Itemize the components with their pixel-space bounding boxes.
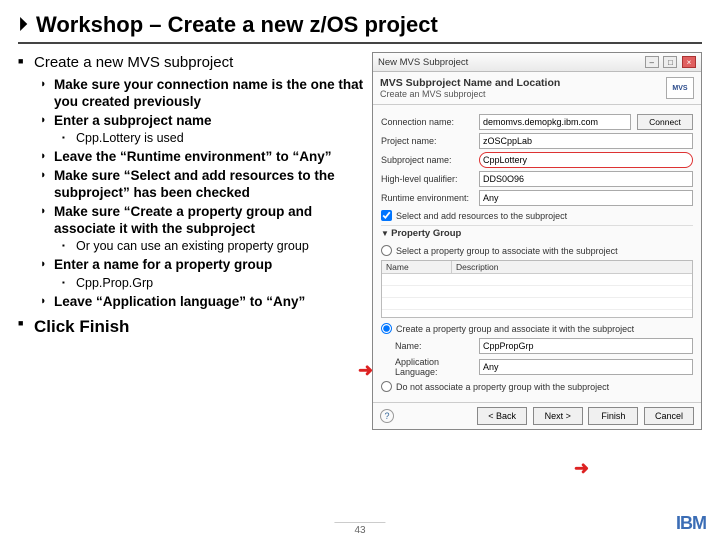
lvl2-rte: Leave the “Runtime environment” to “Any”: [40, 149, 364, 166]
lang-select[interactable]: [479, 359, 693, 375]
conn-label: Connection name:: [381, 117, 473, 127]
ibm-logo: IBM: [676, 513, 706, 534]
arrow-icon: ➜: [574, 458, 589, 479]
play-icon: ⏵: [18, 14, 28, 37]
lang-label: Application Language:: [395, 357, 473, 377]
property-group-header: Property Group: [381, 225, 693, 241]
dialog-footer: ? < Back Next > Finish Cancel: [373, 402, 701, 429]
help-icon[interactable]: ?: [380, 409, 394, 423]
rte-label: Runtime environment:: [381, 193, 473, 203]
maximize-icon[interactable]: □: [663, 56, 677, 68]
close-icon[interactable]: ×: [682, 56, 696, 68]
sub-input[interactable]: [479, 152, 693, 168]
lvl2-conn: Make sure your connection name is the on…: [40, 77, 364, 111]
lvl2-prop-name: Enter a name for a property group: [40, 257, 364, 274]
mvs-icon: MVS: [666, 77, 694, 99]
radio-create-label: Create a property group and associate it…: [396, 324, 634, 334]
lvl2-select-add: Make sure “Select and add resources to t…: [40, 168, 364, 202]
back-button[interactable]: < Back: [477, 407, 527, 425]
arrow-icon: ➜: [358, 360, 373, 381]
next-button[interactable]: Next >: [533, 407, 583, 425]
dialog-header-sub: Create an MVS subproject: [380, 89, 560, 99]
window-title: New MVS Subproject: [378, 57, 468, 68]
table-row: [382, 298, 692, 310]
lvl2-subname: Enter a subproject name: [40, 113, 364, 130]
select-add-checkbox[interactable]: [381, 210, 392, 221]
conn-input[interactable]: [479, 114, 631, 130]
proj-label: Project name:: [381, 136, 473, 146]
slide-title: Workshop – Create a new z/OS project: [36, 12, 438, 38]
radio-select-existing[interactable]: [381, 245, 392, 256]
table-row: [382, 286, 692, 298]
propname-input[interactable]: [479, 338, 693, 354]
outline: Create a new MVS subproject Make sure yo…: [18, 52, 364, 430]
cancel-button[interactable]: Cancel: [644, 407, 694, 425]
radio-create-new[interactable]: [381, 323, 392, 334]
propname-label: Name:: [395, 341, 473, 351]
hlq-label: High-level qualifier:: [381, 174, 473, 184]
lvl3-existing: Or you can use an existing property grou…: [62, 239, 364, 255]
lvl3-cpplottery: Cpp.Lottery is used: [62, 131, 364, 147]
lvl2-lang: Leave “Application language” to “Any”: [40, 294, 364, 311]
dialog-window: New MVS Subproject – □ × MVS Subproject …: [372, 52, 702, 430]
radio-select-label: Select a property group to associate wit…: [396, 246, 618, 256]
slide-title-row: ⏵ Workshop – Create a new z/OS project: [18, 12, 702, 44]
proj-input[interactable]: [479, 133, 693, 149]
window-buttons: – □ ×: [643, 56, 696, 68]
screenshot: ➜ ➜ New MVS Subproject – □ × MVS Subproj…: [372, 52, 702, 430]
dialog-header-title: MVS Subproject Name and Location: [380, 77, 560, 89]
col-desc: Description: [452, 261, 692, 273]
sub-label: Subproject name:: [381, 155, 473, 165]
property-table[interactable]: Name Description: [381, 260, 693, 318]
window-titlebar: New MVS Subproject – □ ×: [373, 53, 701, 72]
dialog-form: Connection name: Connect Project name: S…: [373, 105, 701, 402]
page-number: 43: [334, 522, 385, 536]
radio-none-label: Do not associate a property group with t…: [396, 382, 609, 392]
hlq-input[interactable]: [479, 171, 693, 187]
table-row: [382, 274, 692, 286]
select-add-label: Select and add resources to the subproje…: [396, 211, 567, 221]
finish-button[interactable]: Finish: [588, 407, 638, 425]
minimize-icon[interactable]: –: [645, 56, 659, 68]
lvl2-create-prop: Make sure “Create a property group and a…: [40, 204, 364, 238]
col-name: Name: [382, 261, 452, 273]
connect-button[interactable]: Connect: [637, 114, 693, 130]
lvl3-cpppropgrp: Cpp.Prop.Grp: [62, 276, 364, 292]
dialog-header: MVS Subproject Name and Location Create …: [373, 72, 701, 105]
lvl1-click-finish: Click Finish: [18, 316, 364, 337]
rte-select[interactable]: [479, 190, 693, 206]
radio-none[interactable]: [381, 381, 392, 392]
lvl1-create-sub: Create a new MVS subproject: [18, 54, 364, 73]
